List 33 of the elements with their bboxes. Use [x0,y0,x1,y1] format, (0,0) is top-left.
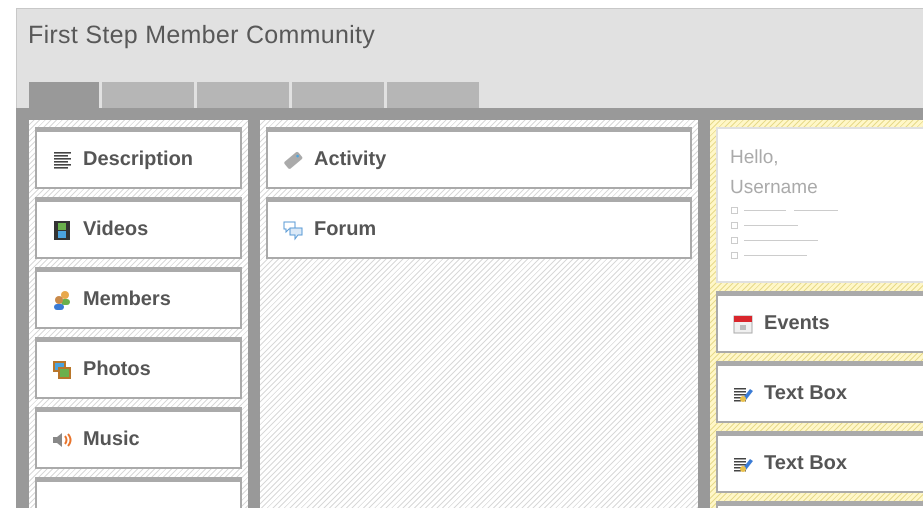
widget-card[interactable]: Text Box [716,431,923,493]
widget-label: Activity [314,148,386,171]
photos-icon [51,358,73,380]
widget-label: Members [83,288,171,311]
greeting-text: Hello, [730,146,780,170]
widget-card[interactable]: Description [35,127,242,189]
calendar-icon [732,312,754,334]
tab[interactable] [29,82,99,108]
film-strip-icon [51,218,73,240]
widget-label: Music [83,428,140,451]
widget-card[interactable]: Members [35,267,242,329]
widget-label: Text Box [764,382,847,405]
widget-label: Forum [314,218,376,241]
widget-card[interactable]: Music [35,407,242,469]
widget-card[interactable]: Activity [266,127,692,189]
widget-card[interactable]: Forum [266,197,692,259]
widget-label: Events [764,312,830,335]
widget-label: Description [83,148,194,171]
widget-card[interactable]: Photos [35,337,242,399]
widget-label: Videos [83,218,148,241]
username-text: Username [730,176,819,200]
people-icon [51,288,73,310]
widget-card[interactable]: Videos [35,197,242,259]
tab[interactable] [102,82,194,108]
widget-label: Photos [83,358,151,381]
speech-bubbles-icon [282,218,304,240]
widget-card[interactable]: Events [716,291,923,353]
tab[interactable] [387,82,479,108]
tab[interactable] [292,82,384,108]
tab[interactable] [197,82,289,108]
widget-card[interactable]: Text Box [716,361,923,423]
widget-label: Text Box [764,452,847,475]
page-title: First Step Member Community [27,20,376,51]
